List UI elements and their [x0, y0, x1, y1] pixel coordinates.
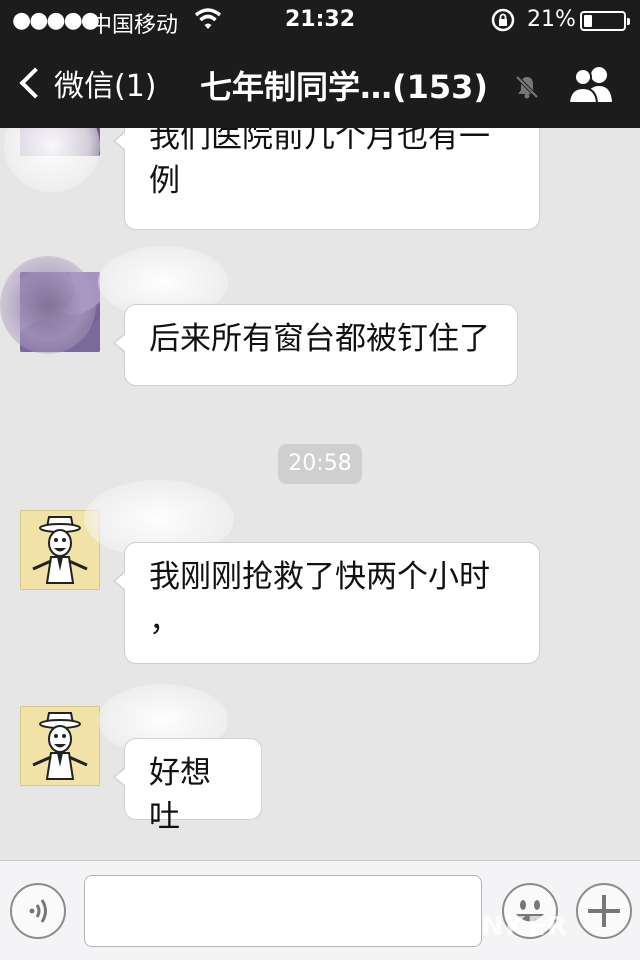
- message-text: 我们医院前几个月也有一: [149, 128, 490, 155]
- battery-icon: [580, 11, 630, 31]
- navigation-bar: 微信(1) 七年制同学…(153): [0, 40, 640, 128]
- voice-icon: [29, 899, 47, 923]
- message-bubble[interactable]: 后来所有窗台都被钉住了: [113, 304, 518, 386]
- message-bubble[interactable]: 好想吐: [113, 738, 262, 835]
- voice-input-button[interactable]: [10, 883, 66, 939]
- back-button-label: 微信(1): [54, 69, 157, 104]
- input-bar: [0, 860, 640, 960]
- chat-messages[interactable]: 我们医院前几个月也有一 例 后来所有窗台都被钉住了 20:58 我刚刚抢救了快两…: [0, 128, 640, 860]
- message-text: ，: [149, 603, 180, 639]
- message-text: 后来所有窗台都被钉住了: [149, 321, 490, 357]
- rotation-lock-icon: [490, 7, 516, 39]
- message-text: 例: [149, 163, 180, 199]
- message-bubble[interactable]: 我们医院前几个月也有一 例: [113, 128, 540, 230]
- time-separator: 20:58: [278, 444, 362, 484]
- back-button[interactable]: 微信(1): [18, 60, 157, 106]
- message-text: 我刚刚抢救了快两个小时: [149, 559, 490, 595]
- chevron-left-icon: [19, 67, 51, 99]
- plus-icon: [588, 895, 620, 927]
- mute-bell-icon: [514, 74, 540, 100]
- group-members-button[interactable]: [566, 64, 616, 104]
- message-text: 好想吐: [149, 755, 211, 835]
- blurred-avatar: [0, 256, 96, 354]
- watermark: MEDLINKER: [380, 912, 570, 942]
- cartoon-avatar-image: [21, 707, 99, 785]
- top-bar: ●●●●● 中国移动 21:32 21% 微信(1) 七年制同学…(153): [0, 0, 640, 128]
- sender-avatar[interactable]: [20, 706, 100, 786]
- status-bar: ●●●●● 中国移动 21:32 21%: [0, 0, 640, 40]
- chat-title: 七年制同学…(153): [200, 68, 489, 106]
- blurred-nickname: [4, 128, 100, 192]
- message-bubble[interactable]: 我刚刚抢救了快两个小时 ，: [113, 542, 540, 664]
- battery-percent: 21%: [527, 7, 576, 32]
- more-options-button[interactable]: [576, 883, 632, 939]
